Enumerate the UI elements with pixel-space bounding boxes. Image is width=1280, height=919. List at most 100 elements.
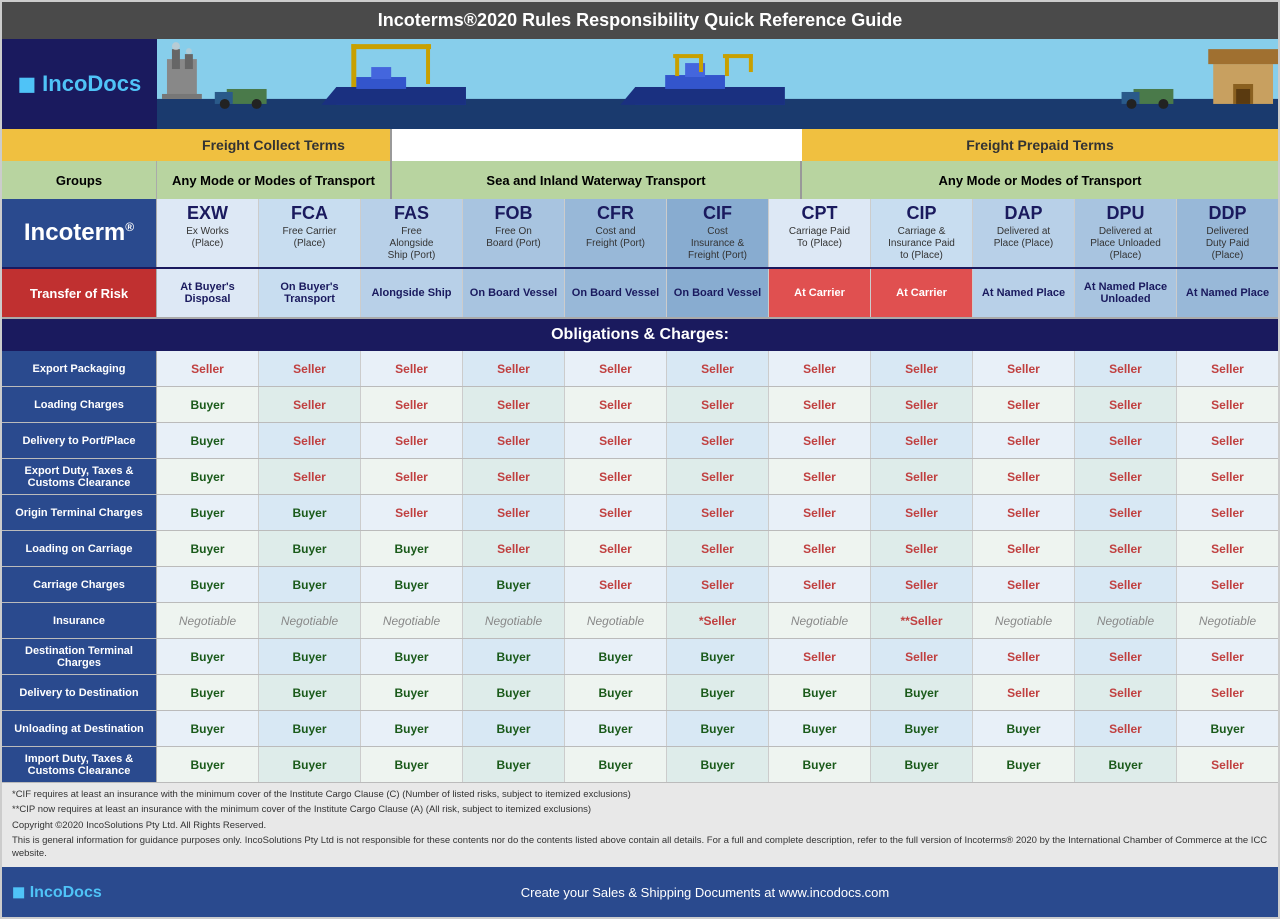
incoterm-col-dap: DAPDelivered atPlace (Place)	[973, 199, 1075, 267]
data-cell-9-0: Buyer	[157, 675, 259, 710]
risk-row: Transfer of Risk At Buyer's DisposalOn B…	[2, 269, 1278, 319]
data-cell-5-9: Seller	[1075, 531, 1177, 566]
freight-collect-sea	[392, 129, 802, 161]
freight-banner: Freight Collect Terms Freight Prepaid Te…	[2, 129, 1278, 161]
incoterm-col-cip: CIPCarriage &Insurance Paidto (Place)	[871, 199, 973, 267]
row-label-6: Carriage Charges	[2, 567, 157, 602]
data-cell-9-2: Buyer	[361, 675, 463, 710]
data-cell-4-9: Seller	[1075, 495, 1177, 530]
col-desc-fob: Free OnBoard (Port)	[484, 224, 542, 252]
footer-logo: ◼ IncoDocs	[12, 882, 142, 902]
data-cell-11-4: Buyer	[565, 747, 667, 782]
incoterm-col-ddp: DDPDeliveredDuty Paid(Place)	[1177, 199, 1278, 267]
data-cell-1-2: Seller	[361, 387, 463, 422]
risk-col-0: At Buyer's Disposal	[157, 269, 259, 317]
risk-col-7: At Carrier	[871, 269, 973, 317]
page-title: Incoterms®2020 Rules Responsibility Quic…	[2, 2, 1278, 39]
footer-note-2: Copyright ©2020 IncoSolutions Pty Ltd. A…	[12, 819, 1268, 832]
logo-area: ◼ IncoDocs	[2, 39, 157, 129]
data-cell-3-2: Seller	[361, 459, 463, 494]
data-cell-8-4: Buyer	[565, 639, 667, 674]
data-cell-2-0: Buyer	[157, 423, 259, 458]
risk-col-6: At Carrier	[769, 269, 871, 317]
data-cell-9-7: Buyer	[871, 675, 973, 710]
data-cell-7-10: Negotiable	[1177, 603, 1278, 638]
data-cell-11-7: Buyer	[871, 747, 973, 782]
data-row-11: Import Duty, Taxes & Customs ClearanceBu…	[2, 747, 1278, 783]
data-cell-1-8: Seller	[973, 387, 1075, 422]
data-cell-6-0: Buyer	[157, 567, 259, 602]
risk-col-9: At Named Place Unloaded	[1075, 269, 1177, 317]
row-label-11: Import Duty, Taxes & Customs Clearance	[2, 747, 157, 782]
data-cell-9-1: Buyer	[259, 675, 361, 710]
incoterm-label: Incoterm®	[2, 199, 157, 267]
row-label-10: Unloading at Destination	[2, 711, 157, 746]
data-cell-11-1: Buyer	[259, 747, 361, 782]
data-cell-10-8: Buyer	[973, 711, 1075, 746]
data-cell-7-9: Negotiable	[1075, 603, 1177, 638]
data-cell-9-6: Buyer	[769, 675, 871, 710]
data-cell-10-10: Buyer	[1177, 711, 1278, 746]
col-code-cip: CIP	[906, 203, 936, 224]
risk-columns: At Buyer's DisposalOn Buyer's TransportA…	[157, 269, 1278, 317]
data-cell-7-6: Negotiable	[769, 603, 871, 638]
col-desc-exw: Ex Works(Place)	[184, 224, 231, 252]
freight-spacer	[2, 129, 157, 161]
footer-text: Create your Sales & Shipping Documents a…	[142, 885, 1268, 900]
col-desc-cfr: Cost andFreight (Port)	[584, 224, 647, 252]
data-cell-11-9: Buyer	[1075, 747, 1177, 782]
data-cell-8-6: Seller	[769, 639, 871, 674]
incoterm-header: Incoterm® EXWEx Works(Place)FCAFree Carr…	[2, 199, 1278, 269]
col-code-fca: FCA	[291, 203, 328, 224]
data-cell-3-3: Seller	[463, 459, 565, 494]
data-row-0: Export PackagingSellerSellerSellerSeller…	[2, 351, 1278, 387]
data-cell-9-8: Seller	[973, 675, 1075, 710]
col-code-dap: DAP	[1004, 203, 1042, 224]
data-cell-4-7: Seller	[871, 495, 973, 530]
data-cell-0-7: Seller	[871, 351, 973, 386]
freight-prepaid-label: Freight Prepaid Terms	[802, 129, 1278, 161]
data-cell-10-5: Buyer	[667, 711, 769, 746]
data-row-2: Delivery to Port/PlaceBuyerSellerSellerS…	[2, 423, 1278, 459]
col-code-cif: CIF	[703, 203, 732, 224]
risk-col-5: On Board Vessel	[667, 269, 769, 317]
data-cell-7-2: Negotiable	[361, 603, 463, 638]
data-cell-0-8: Seller	[973, 351, 1075, 386]
data-cell-2-9: Seller	[1075, 423, 1177, 458]
data-cell-2-1: Seller	[259, 423, 361, 458]
row-label-1: Loading Charges	[2, 387, 157, 422]
data-cell-10-2: Buyer	[361, 711, 463, 746]
main-container: Incoterms®2020 Rules Responsibility Quic…	[0, 0, 1280, 919]
data-cell-10-6: Buyer	[769, 711, 871, 746]
footer-logo-prefix: Inco	[30, 884, 63, 901]
data-cell-3-1: Seller	[259, 459, 361, 494]
footer-note-0: *CIF requires at least an insurance with…	[12, 788, 1268, 801]
data-cell-2-5: Seller	[667, 423, 769, 458]
data-cell-0-10: Seller	[1177, 351, 1278, 386]
data-cell-5-3: Seller	[463, 531, 565, 566]
col-desc-cif: CostInsurance &Freight (Port)	[686, 224, 749, 264]
incoterm-col-cpt: CPTCarriage PaidTo (Place)	[769, 199, 871, 267]
data-cell-3-5: Seller	[667, 459, 769, 494]
data-cell-1-4: Seller	[565, 387, 667, 422]
data-row-5: Loading on CarriageBuyerBuyerBuyerSeller…	[2, 531, 1278, 567]
data-cell-1-10: Seller	[1177, 387, 1278, 422]
data-row-10: Unloading at DestinationBuyerBuyerBuyerB…	[2, 711, 1278, 747]
data-cell-1-1: Seller	[259, 387, 361, 422]
col-desc-ddp: DeliveredDuty Paid(Place)	[1204, 224, 1251, 264]
data-cell-1-0: Buyer	[157, 387, 259, 422]
col-desc-dap: Delivered atPlace (Place)	[992, 224, 1055, 252]
data-cell-11-0: Buyer	[157, 747, 259, 782]
col-code-ddp: DDP	[1208, 203, 1246, 224]
risk-col-4: On Board Vessel	[565, 269, 667, 317]
col-desc-fca: Free Carrier(Place)	[281, 224, 339, 252]
risk-label: Transfer of Risk	[2, 269, 157, 317]
data-cell-7-8: Negotiable	[973, 603, 1075, 638]
data-cell-6-5: Seller	[667, 567, 769, 602]
header-row: ◼ IncoDocs	[2, 39, 1278, 129]
data-cell-11-8: Buyer	[973, 747, 1075, 782]
row-label-7: Insurance	[2, 603, 157, 638]
row-label-8: Destination Terminal Charges	[2, 639, 157, 674]
data-rows: Export PackagingSellerSellerSellerSeller…	[2, 351, 1278, 783]
data-cell-9-3: Buyer	[463, 675, 565, 710]
